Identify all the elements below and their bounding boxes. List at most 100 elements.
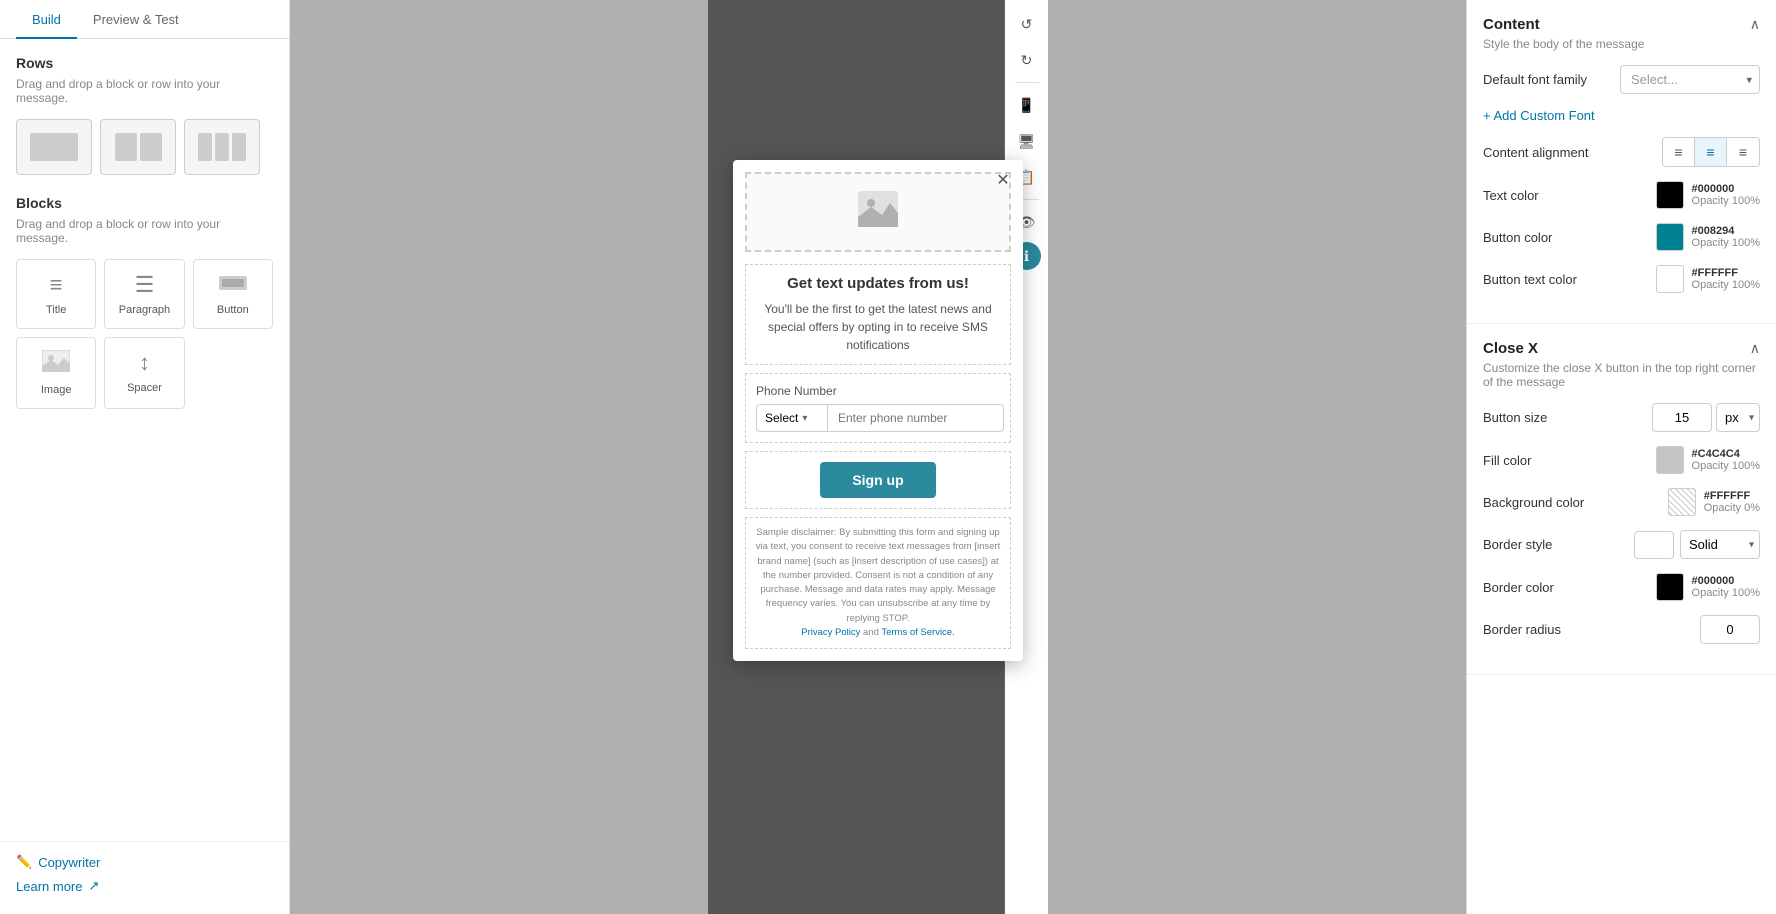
border-style-row: Border style Solid Dashed Dotted: [1483, 530, 1760, 559]
signup-button[interactable]: Sign up: [820, 462, 935, 498]
close-x-title: Close X: [1483, 340, 1538, 357]
content-section-title: Content: [1483, 16, 1540, 33]
row-block-1[interactable]: [16, 119, 92, 175]
button-text-color-opacity: Opacity 100%: [1692, 279, 1760, 291]
border-color-group: #000000 Opacity 100%: [1656, 573, 1760, 601]
button-color-hex: #008294: [1692, 225, 1760, 237]
rows-desc: Drag and drop a block or row into your m…: [16, 77, 273, 105]
button-color-row: Button color #008294 Opacity 100%: [1483, 223, 1760, 251]
copywriter-icon: ✏️: [16, 854, 32, 870]
bg-color-swatch[interactable]: [1668, 488, 1696, 516]
align-right-button[interactable]: ≡: [1727, 138, 1759, 166]
row-block-2[interactable]: [100, 119, 176, 175]
tab-build[interactable]: Build: [16, 0, 77, 39]
button-color-group: #008294 Opacity 100%: [1656, 223, 1760, 251]
title-icon: ≡: [25, 272, 87, 298]
canvas-inner: ↺ ↻ 📱 🖥 📋 👁 ℹ ✕ Get text updates from us…: [708, 0, 1048, 914]
close-x-section-header: Close X ∧: [1483, 340, 1760, 357]
close-x-chevron[interactable]: ∧: [1750, 340, 1760, 357]
mobile-view-button[interactable]: 📱: [1011, 89, 1043, 121]
learn-more-link[interactable]: Learn more ↗: [16, 878, 273, 894]
right-panel: Content ∧ Style the body of the message …: [1466, 0, 1776, 914]
close-x-section: Close X ∧ Customize the close X button i…: [1467, 324, 1776, 675]
text-color-hex: #000000: [1692, 183, 1760, 195]
left-panel: Build Preview & Test Rows Drag and drop …: [0, 0, 290, 914]
block-image-label: Image: [25, 384, 87, 396]
privacy-policy-link[interactable]: Privacy Policy: [801, 627, 860, 638]
border-style-select[interactable]: Solid Dashed Dotted: [1680, 530, 1760, 559]
popup-close-button[interactable]: ✕: [991, 168, 1015, 192]
bottom-links: ✏️ Copywriter Learn more ↗: [0, 841, 289, 914]
bg-color-hex: #FFFFFF: [1704, 490, 1760, 502]
phone-select[interactable]: Select ▾: [756, 404, 828, 432]
text-color-row: Text color #000000 Opacity 100%: [1483, 181, 1760, 209]
block-button-label: Button: [202, 304, 264, 316]
learn-more-label: Learn more: [16, 879, 82, 894]
add-custom-font-link[interactable]: + Add Custom Font: [1483, 108, 1760, 123]
undo-button[interactable]: ↺: [1011, 8, 1043, 40]
border-style-label: Border style: [1483, 537, 1634, 552]
popup-image-placeholder: [858, 191, 898, 234]
alignment-buttons: ≡ ≡ ≡: [1662, 137, 1760, 167]
border-color-hex: #000000: [1692, 575, 1760, 587]
button-text-color-swatch[interactable]: [1656, 265, 1684, 293]
block-paragraph-label: Paragraph: [113, 304, 175, 316]
tab-preview[interactable]: Preview & Test: [77, 0, 195, 39]
copywriter-label: Copywriter: [38, 855, 100, 870]
button-size-controls: px: [1652, 403, 1760, 432]
block-paragraph[interactable]: ☰ Paragraph: [104, 259, 184, 329]
phone-select-arrow: ▾: [802, 413, 807, 424]
border-style-wrapper: Solid Dashed Dotted: [1680, 530, 1760, 559]
button-size-input[interactable]: [1652, 403, 1712, 432]
bg-color-label: Background color: [1483, 495, 1668, 510]
block-image[interactable]: Image: [16, 337, 96, 409]
block-button[interactable]: Button: [193, 259, 273, 329]
redo-button[interactable]: ↻: [1011, 44, 1043, 76]
align-center-button[interactable]: ≡: [1695, 138, 1727, 166]
image-icon: [25, 350, 87, 378]
popup-button-area: Sign up: [745, 451, 1011, 509]
copywriter-link[interactable]: ✏️ Copywriter: [16, 854, 273, 870]
fill-color-swatch[interactable]: [1656, 446, 1684, 474]
desktop-view-button[interactable]: 🖥: [1011, 125, 1043, 157]
button-color-label: Button color: [1483, 230, 1656, 245]
block-title[interactable]: ≡ Title: [16, 259, 96, 329]
popup-text-area[interactable]: Get text updates from us! You'll be the …: [745, 264, 1011, 365]
tab-bar: Build Preview & Test: [0, 0, 289, 39]
fill-color-opacity: Opacity 100%: [1692, 460, 1760, 472]
bg-color-info: #FFFFFF Opacity 0%: [1704, 490, 1760, 514]
border-color-swatch[interactable]: [1656, 573, 1684, 601]
blocks-title: Blocks: [16, 195, 273, 211]
button-size-row: Button size px: [1483, 403, 1760, 432]
phone-number-input[interactable]: [828, 404, 1004, 432]
border-radius-control: [1700, 615, 1760, 644]
left-content: Rows Drag and drop a block or row into y…: [0, 39, 289, 841]
border-radius-input[interactable]: [1700, 615, 1760, 644]
text-color-info: #000000 Opacity 100%: [1692, 183, 1760, 207]
fill-color-label: Fill color: [1483, 453, 1656, 468]
and-text: and: [863, 627, 879, 638]
text-color-opacity: Opacity 100%: [1692, 195, 1760, 207]
disclaimer-text: Sample disclaimer: By submitting this fo…: [756, 527, 1000, 624]
row-block-3[interactable]: [184, 119, 260, 175]
button-text-color-info: #FFFFFF Opacity 100%: [1692, 267, 1760, 291]
rows-title: Rows: [16, 55, 273, 71]
terms-link[interactable]: Terms of Service.: [881, 627, 954, 638]
border-style-preview[interactable]: [1634, 531, 1674, 559]
blocks-desc: Drag and drop a block or row into your m…: [16, 217, 273, 245]
block-spacer[interactable]: ↕ Spacer: [104, 337, 184, 409]
content-section: Content ∧ Style the body of the message …: [1467, 0, 1776, 324]
button-color-opacity: Opacity 100%: [1692, 237, 1760, 249]
popup-image-area[interactable]: [745, 172, 1011, 252]
fill-color-row: Fill color #C4C4C4 Opacity 100%: [1483, 446, 1760, 474]
content-chevron[interactable]: ∧: [1750, 16, 1760, 33]
align-left-button[interactable]: ≡: [1663, 138, 1695, 166]
text-color-swatch[interactable]: [1656, 181, 1684, 209]
content-alignment-label: Content alignment: [1483, 145, 1662, 160]
button-color-swatch[interactable]: [1656, 223, 1684, 251]
font-family-select[interactable]: Select...: [1620, 65, 1760, 94]
unit-select[interactable]: px: [1716, 403, 1760, 432]
block-title-label: Title: [25, 304, 87, 316]
button-icon: [202, 272, 264, 298]
unit-wrapper: px: [1716, 403, 1760, 432]
